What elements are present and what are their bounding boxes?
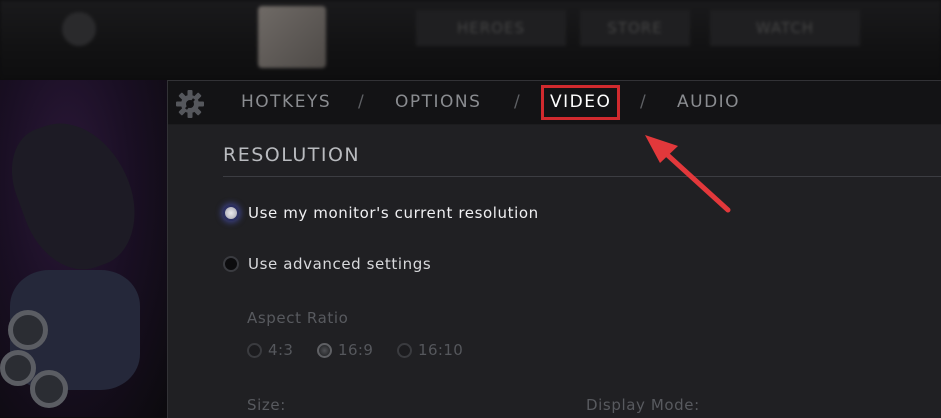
settings-tab-bar: HOTKEYS / OPTIONS / VIDEO / AUDIO (168, 81, 941, 125)
background-artwork (0, 80, 168, 417)
aspect-option-label: 4:3 (268, 341, 294, 359)
tab-separator: / (358, 92, 364, 112)
aspect-option-label: 16:9 (338, 341, 374, 359)
tab-audio[interactable]: AUDIO (677, 81, 740, 124)
tab-video[interactable]: VIDEO (541, 85, 621, 120)
radio-button-selected[interactable] (223, 205, 239, 221)
gear-icon[interactable] (175, 89, 205, 119)
background-tab-heroes: HEROES (416, 10, 566, 46)
tab-options[interactable]: OPTIONS (395, 81, 481, 124)
size-label: Size: (247, 396, 286, 414)
settings-panel: HOTKEYS / OPTIONS / VIDEO / AUDIO RESOLU… (167, 80, 941, 418)
aspect-option-4-3[interactable]: 4:3 (247, 341, 293, 359)
radio-button[interactable] (397, 342, 412, 358)
radio-button[interactable] (247, 342, 262, 358)
radio-button-selected[interactable] (317, 342, 332, 358)
background-tab-watch: WATCH (710, 10, 860, 46)
aspect-ratio-label: Aspect Ratio (247, 309, 349, 327)
background-icon (62, 12, 96, 46)
radio-button[interactable] (223, 256, 239, 272)
radio-use-advanced-settings[interactable]: Use advanced settings (223, 255, 431, 273)
aspect-option-label: 16:10 (418, 341, 464, 359)
tab-hotkeys[interactable]: HOTKEYS (241, 81, 331, 124)
radio-label: Use advanced settings (248, 255, 432, 273)
aspect-option-16-10[interactable]: 16:10 (397, 341, 463, 359)
tab-separator: / (640, 92, 646, 112)
game-logo (258, 6, 326, 68)
background-tab-store: STORE (580, 10, 690, 46)
aspect-option-16-9[interactable]: 16:9 (317, 341, 373, 359)
background-nav: HEROES STORE WATCH (0, 0, 941, 80)
section-title-resolution: RESOLUTION (223, 144, 361, 166)
display-mode-label: Display Mode: (586, 396, 700, 414)
radio-label: Use my monitor's current resolution (248, 204, 539, 222)
tab-separator: / (514, 92, 520, 112)
section-divider (223, 176, 941, 177)
radio-use-monitor-resolution[interactable]: Use my monitor's current resolution (223, 204, 539, 222)
